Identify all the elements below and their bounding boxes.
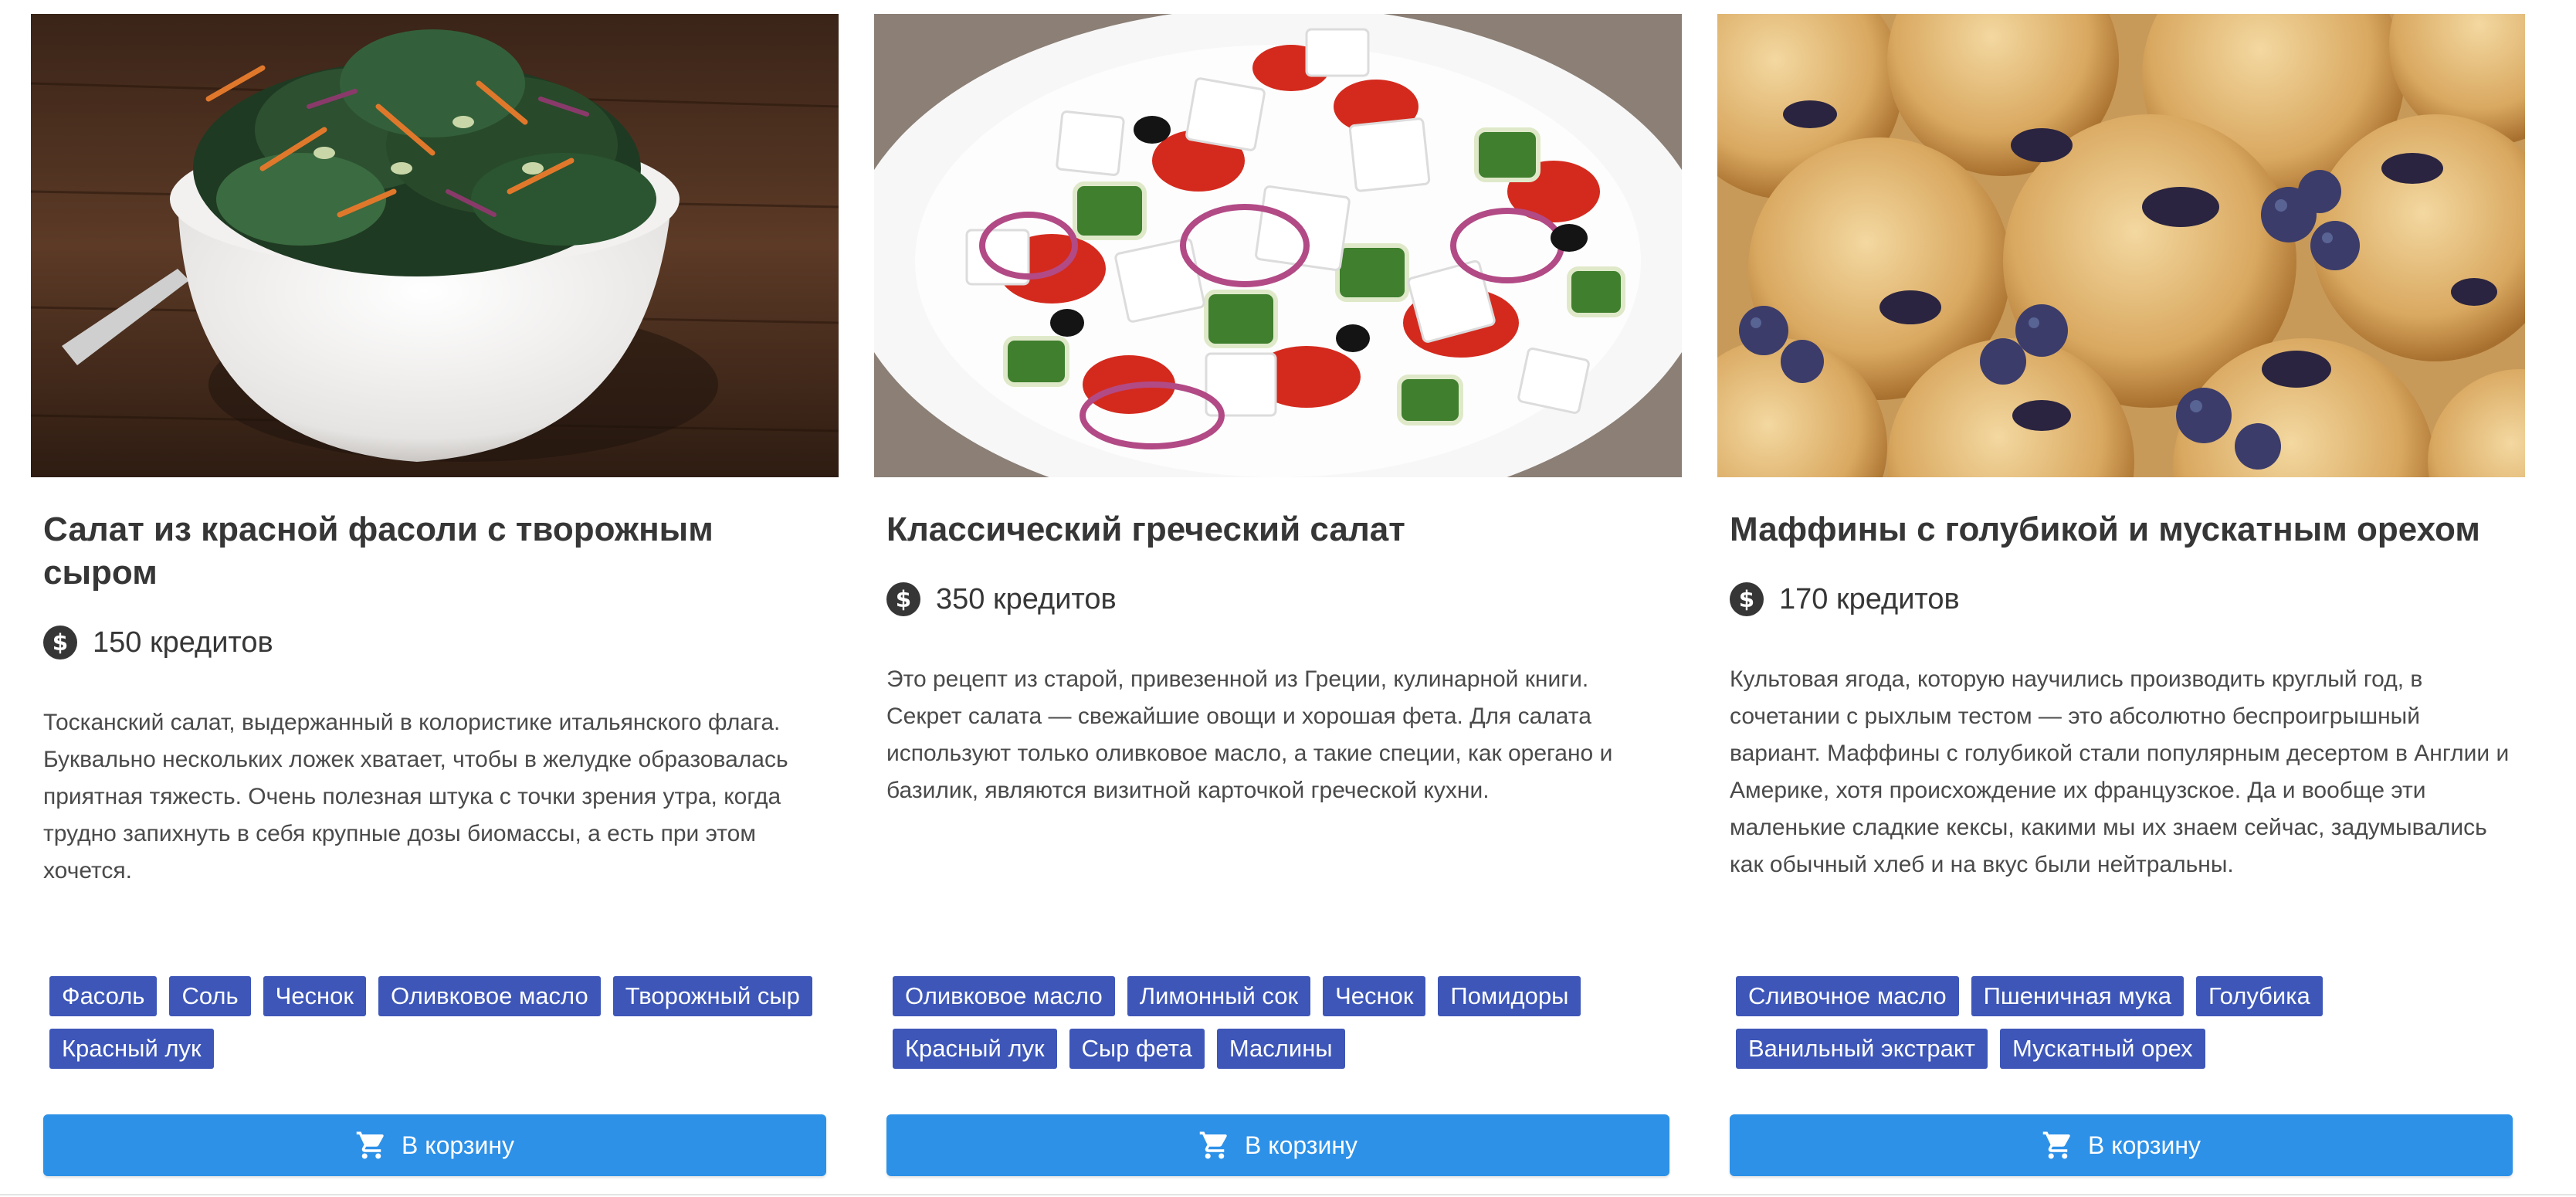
recipe-title[interactable]: Маффины с голубикой и мускатным орехом — [1730, 508, 2513, 551]
ingredient-tag[interactable]: Голубика — [2195, 976, 2323, 1016]
ingredient-tags: Оливковое масло Лимонный сок Чеснок Поми… — [893, 976, 1665, 1069]
ingredient-tag[interactable]: Творожный сыр — [612, 976, 812, 1016]
shopping-cart-icon — [356, 1131, 384, 1159]
recipe-price: $ 170 кредитов — [1730, 582, 2513, 616]
add-to-cart-label: В корзину — [1244, 1131, 1358, 1159]
ingredient-tag[interactable]: Пшеничная мука — [1971, 976, 2184, 1016]
add-to-cart-button[interactable]: В корзину — [886, 1114, 1669, 1176]
recipe-card: Классический греческий салат $ 350 креди… — [874, 14, 1682, 1180]
ingredient-tags: Фасоль Соль Чеснок Оливковое масло Творо… — [49, 976, 822, 1069]
recipe-price: $ 350 кредитов — [886, 582, 1669, 616]
ingredient-tag[interactable]: Сыр фета — [1069, 1029, 1205, 1069]
ingredient-tag[interactable]: Маслины — [1216, 1029, 1345, 1069]
ingredient-tag[interactable]: Лимонный сок — [1127, 976, 1311, 1016]
ingredient-tag[interactable]: Оливковое масло — [378, 976, 601, 1016]
ingredient-tag[interactable]: Сливочное масло — [1736, 976, 1959, 1016]
dollar-coin-icon: $ — [886, 582, 920, 616]
shopping-cart-icon — [1199, 1131, 1227, 1159]
price-text: 170 кредитов — [1779, 582, 1960, 615]
ingredient-tag[interactable]: Чеснок — [1323, 976, 1426, 1016]
recipe-card: Маффины с голубикой и мускатным орехом $… — [1717, 14, 2525, 1180]
shopping-cart-icon — [2042, 1131, 2070, 1159]
recipe-price: $ 150 кредитов — [43, 626, 826, 660]
divider — [0, 1194, 2576, 1195]
recipe-photo-kale-salad[interactable] — [31, 14, 839, 477]
ingredient-tag[interactable]: Ванильный экстракт — [1736, 1029, 1988, 1069]
price-text: 350 кредитов — [936, 582, 1117, 615]
recipe-card: Салат из красной фасоли с творожным сыро… — [31, 14, 839, 1180]
recipe-photo-blueberry-muffins[interactable] — [1717, 14, 2525, 477]
ingredient-tag[interactable]: Чеснок — [263, 976, 366, 1016]
recipe-card-body: Классический греческий салат $ 350 креди… — [886, 508, 1669, 809]
ingredient-tag[interactable]: Красный лук — [893, 1029, 1057, 1069]
recipe-photo-greek-salad[interactable] — [874, 14, 1682, 477]
ingredient-tag[interactable]: Оливковое масло — [893, 976, 1115, 1016]
svg-text:$: $ — [896, 586, 911, 612]
ingredient-tag[interactable]: Мускатный орех — [1999, 1029, 2205, 1069]
ingredient-tag[interactable]: Соль — [169, 976, 251, 1016]
recipe-description: Культовая ягода, которую научились произ… — [1730, 666, 2510, 877]
dollar-coin-icon: $ — [1730, 582, 1764, 616]
recipe-title[interactable]: Салат из красной фасоли с творожным сыро… — [43, 508, 826, 595]
add-to-cart-label: В корзину — [401, 1131, 515, 1159]
svg-text:$: $ — [53, 629, 68, 656]
recipe-description: Тосканский салат, выдержанный в колорист… — [43, 710, 788, 883]
add-to-cart-button[interactable]: В корзину — [43, 1114, 826, 1176]
ingredient-tag[interactable]: Красный лук — [49, 1029, 214, 1069]
recipe-title[interactable]: Классический греческий салат — [886, 508, 1669, 551]
add-to-cart-button[interactable]: В корзину — [1730, 1114, 2513, 1176]
recipe-card-body: Маффины с голубикой и мускатным орехом $… — [1730, 508, 2513, 883]
ingredient-tags: Сливочное масло Пшеничная мука Голубика … — [1736, 976, 2508, 1069]
product-grid: Салат из красной фасоли с творожным сыро… — [0, 0, 2576, 1197]
add-to-cart-label: В корзину — [2087, 1131, 2201, 1159]
ingredient-tag[interactable]: Фасоль — [49, 976, 158, 1016]
dollar-coin-icon: $ — [43, 626, 77, 660]
ingredient-tag[interactable]: Помидоры — [1438, 976, 1581, 1016]
svg-text:$: $ — [1739, 586, 1754, 612]
price-text: 150 кредитов — [93, 626, 273, 659]
recipe-description: Это рецепт из старой, привезенной из Гре… — [886, 666, 1613, 803]
recipe-card-body: Салат из красной фасоли с творожным сыро… — [43, 508, 826, 890]
